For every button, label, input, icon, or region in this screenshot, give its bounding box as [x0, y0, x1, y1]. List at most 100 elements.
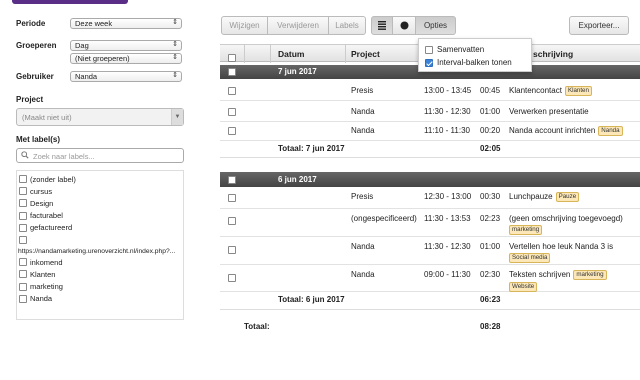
table-row[interactable]: Nanda 11:30 - 12:30 01:00 Vertellen hoe …	[220, 238, 640, 265]
label-search-input[interactable]: Zoek naar labels...	[16, 148, 184, 163]
wijzigen-button[interactable]: Wijzigen	[221, 16, 268, 35]
groeperen-select-2[interactable]: (Niet groeperen) ⇕	[70, 53, 182, 64]
select-arrows-icon: ⇕	[172, 54, 178, 61]
checkbox[interactable]	[19, 236, 27, 245]
project-select[interactable]: (Maakt niet uit) ▼	[16, 108, 184, 126]
gebruiker-value: Nanda	[75, 72, 98, 81]
samenvatten-option[interactable]: Samenvatten	[425, 43, 525, 56]
label-item[interactable]: Klanten	[19, 268, 181, 280]
label-list: (zonder label) cursus Design facturabel …	[16, 170, 184, 320]
tag-badge[interactable]: Social media	[509, 253, 551, 263]
table-row[interactable]: Nanda 11:10 - 11:30 00:20 Nanda account …	[220, 122, 640, 141]
checkbox[interactable]	[19, 258, 27, 267]
labels-label: Met label(s)	[16, 135, 61, 144]
checkbox[interactable]	[19, 187, 27, 196]
column-project[interactable]: Project	[351, 49, 380, 59]
column-omschrijving[interactable]: schrijving	[533, 49, 573, 59]
opties-button[interactable]: Opties	[415, 16, 456, 35]
checkbox-checked[interactable]	[425, 58, 433, 67]
checkbox[interactable]	[425, 45, 433, 54]
row-time: 13:00 - 13:45	[424, 86, 472, 95]
row-time: 11:30 - 13:53	[424, 214, 471, 223]
checkbox[interactable]	[228, 127, 236, 135]
tag-badge[interactable]: Pauze	[555, 192, 580, 202]
table-row[interactable]: Nanda 09:00 - 11:30 02:30 Teksten schrij…	[220, 266, 640, 292]
label-item[interactable]: inkomend	[19, 256, 181, 268]
label-item[interactable]: facturabel	[19, 210, 181, 222]
labels-button[interactable]: Labels	[328, 16, 366, 35]
groeperen-label: Groeperen	[16, 41, 57, 50]
groeperen-select[interactable]: Dag ⇕	[70, 40, 182, 51]
label-item[interactable]: (zonder label)	[19, 173, 181, 185]
row-description: Lunchpauze	[509, 192, 553, 201]
row-time: 12:30 - 13:00	[424, 192, 472, 201]
grand-total-value: 08:28	[480, 322, 501, 331]
checkbox[interactable]	[228, 108, 236, 116]
interval-option[interactable]: Interval-balken tonen	[425, 56, 525, 69]
table-row[interactable]: (ongespecificeerd) 11:30 - 13:53 02:23 (…	[220, 209, 640, 237]
label-text: cursus	[30, 186, 53, 196]
checkbox[interactable]	[19, 294, 27, 303]
checkbox[interactable]	[228, 274, 236, 282]
checkbox[interactable]	[228, 217, 236, 225]
checkbox[interactable]	[19, 175, 27, 184]
verwijderen-button[interactable]: Verwijderen	[267, 16, 329, 35]
list-view-button[interactable]	[371, 16, 393, 35]
samenvatten-label: Samenvatten	[437, 45, 485, 54]
row-time: 11:30 - 12:30	[424, 242, 471, 251]
checkbox[interactable]	[228, 176, 236, 184]
table-row[interactable]: Presis 12:30 - 13:00 00:30 Lunchpauze Pau…	[220, 188, 640, 209]
checkbox[interactable]	[19, 199, 27, 208]
group-subtotal: Totaal: 6 jun 2017 06:23	[220, 292, 640, 310]
tag-badge[interactable]: marketing	[509, 225, 543, 235]
tag-badge[interactable]: Klanten	[564, 86, 592, 96]
row-duration: 00:45	[480, 86, 501, 95]
label-text: (zonder label)	[30, 174, 76, 184]
row-project: Nanda	[351, 242, 375, 251]
label-item[interactable]: gefactureerd	[19, 222, 181, 234]
row-project: (ongespecificeerd)	[351, 214, 417, 223]
periode-row: Periode Deze week ⇕	[16, 18, 184, 30]
row-project: Presis	[351, 192, 374, 201]
checkbox[interactable]	[228, 194, 236, 202]
label-item[interactable]	[19, 234, 181, 246]
checkbox[interactable]	[19, 211, 27, 220]
label-text: Design	[30, 198, 54, 208]
subtotal-value: 06:23	[480, 295, 501, 304]
top-bar	[0, 0, 640, 6]
label-item[interactable]: Design	[19, 197, 181, 209]
label-item[interactable]: cursus	[19, 185, 181, 197]
row-description: Klantencontact	[509, 86, 562, 95]
checkbox[interactable]	[228, 54, 236, 62]
timeline-view-button[interactable]	[392, 16, 416, 35]
table-row[interactable]: Presis 13:00 - 13:45 00:45 Klantencontac…	[220, 81, 640, 101]
subtotal-value: 02:05	[480, 144, 501, 153]
exporteer-button[interactable]: Exporteer...	[569, 16, 629, 35]
row-description: Verwerken presentatie	[509, 107, 589, 116]
checkbox[interactable]	[19, 223, 27, 232]
periode-select[interactable]: Deze week ⇕	[70, 18, 182, 29]
periode-label: Periode	[16, 19, 46, 28]
groeperen-value: Dag	[75, 41, 89, 50]
subtotal-label: Totaal: 7 jun 2017	[278, 144, 345, 153]
checkbox[interactable]	[228, 87, 236, 95]
gebruiker-select[interactable]: Nanda ⇕	[70, 71, 182, 82]
tag-badge[interactable]: Nanda	[598, 126, 623, 136]
label-text: Klanten	[30, 269, 56, 279]
column-datum[interactable]: Datum	[278, 49, 304, 59]
tag-badge[interactable]: Website	[509, 282, 538, 292]
row-project: Presis	[351, 86, 374, 95]
tag-badge[interactable]: marketing	[573, 270, 607, 280]
label-item[interactable]: Nanda	[19, 293, 181, 305]
group-date: 6 jun 2017	[278, 175, 317, 184]
label-search-placeholder: Zoek naar labels...	[33, 152, 95, 161]
checkbox[interactable]	[19, 282, 27, 291]
label-item[interactable]: marketing	[19, 281, 181, 293]
checkbox[interactable]	[228, 68, 236, 76]
table-row[interactable]: Nanda 11:30 - 12:30 01:00 Verwerken pres…	[220, 102, 640, 122]
row-project: Nanda	[351, 126, 375, 135]
checkbox[interactable]	[228, 246, 236, 254]
triangle-down-icon: ▼	[171, 109, 183, 125]
checkbox[interactable]	[19, 270, 27, 279]
periode-value: Deze week	[75, 19, 113, 28]
